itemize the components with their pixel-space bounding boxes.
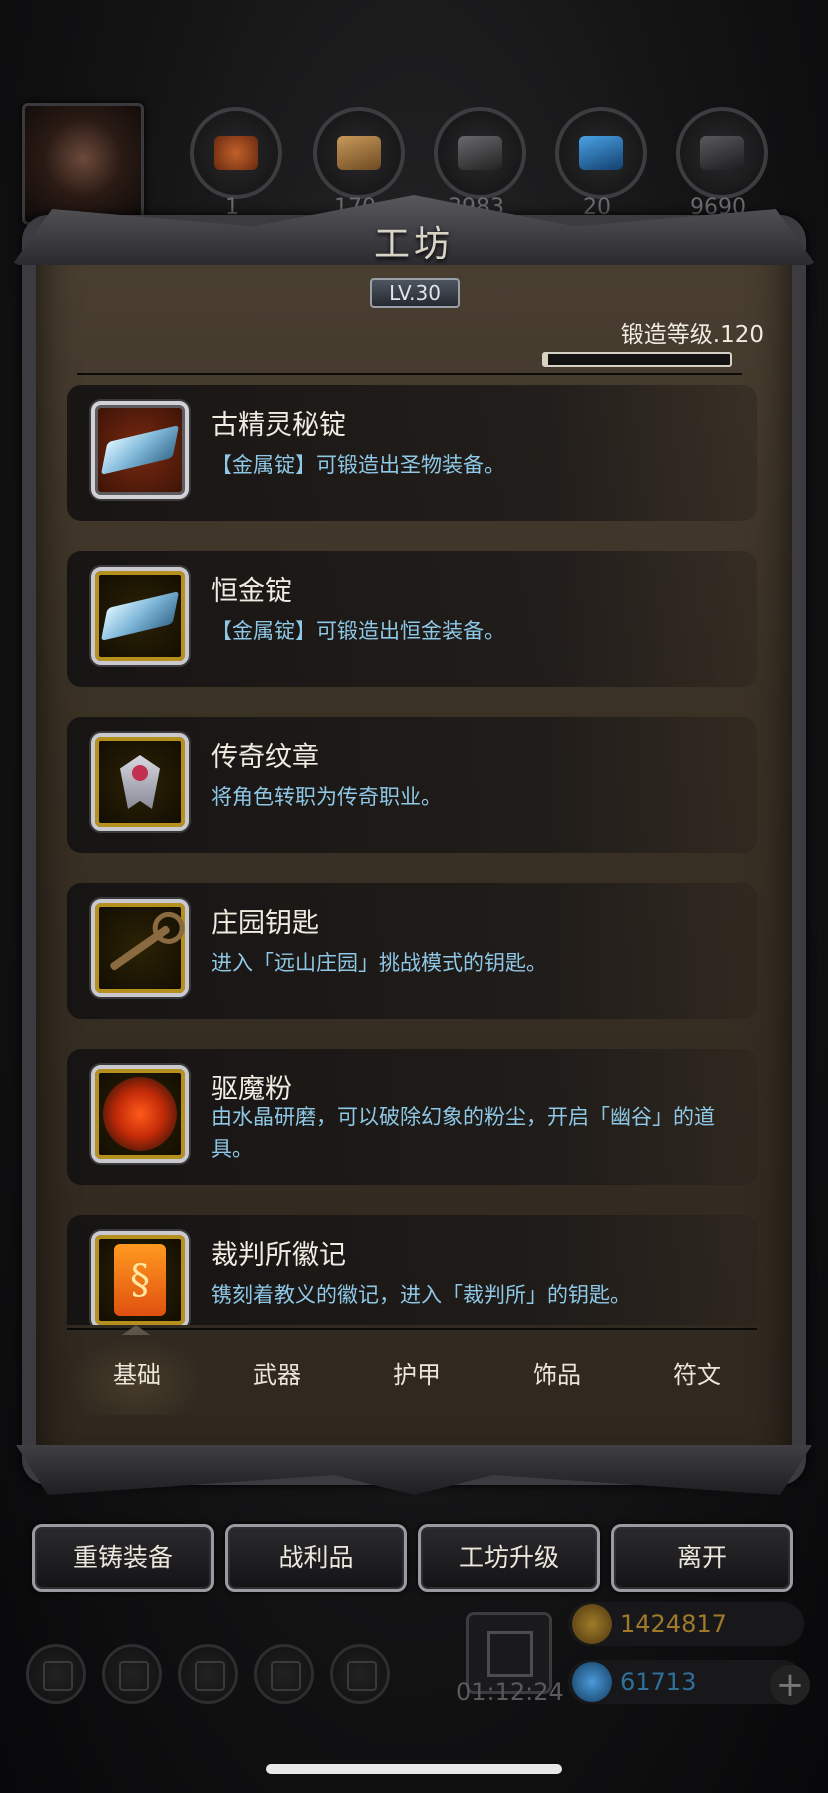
- item-slot[interactable]: [91, 899, 189, 997]
- item-description: 进入「远山庄园」挑战模式的钥匙。: [211, 951, 547, 975]
- workshop-level-badge: LV.30: [370, 278, 460, 308]
- add-currency-button[interactable]: +: [770, 1665, 810, 1705]
- forge-progress-bar: [542, 352, 732, 367]
- item-description: 【金属锭】可锻造出圣物装备。: [211, 453, 505, 477]
- list-item[interactable]: § 裁判所徽记 镌刻着教义的徽记，进入「裁判所」的钥匙。: [67, 1215, 757, 1325]
- panel-title: 工坊: [373, 224, 454, 265]
- tab-divider: [67, 1328, 757, 1330]
- list-item[interactable]: 传奇纹章 将角色转职为传奇职业。: [67, 717, 757, 853]
- forge-progress-fill: [544, 354, 548, 365]
- item-name: 恒金锭: [211, 576, 292, 607]
- gem-icon: [572, 1662, 612, 1702]
- panel-ornament-bottom: [16, 1445, 812, 1495]
- crystal-resource-icon[interactable]: [555, 107, 647, 199]
- tab-rune[interactable]: 符文: [627, 1335, 767, 1415]
- loot-button[interactable]: 战利品: [225, 1524, 407, 1592]
- item-description: 由水晶研磨，可以破除幻象的粉尘，开启「幽谷」的道具。: [211, 1105, 715, 1161]
- reforge-button[interactable]: 重铸装备: [32, 1524, 214, 1592]
- cube-icon[interactable]: [330, 1644, 390, 1704]
- iron-resource-icon[interactable]: [676, 107, 768, 199]
- ancient-elf-ingot-icon: [100, 425, 180, 475]
- item-slot[interactable]: [91, 1065, 189, 1163]
- list-item[interactable]: 恒金锭 【金属锭】可锻造出恒金装备。: [67, 551, 757, 687]
- item-description: 【金属锭】可锻造出恒金装备。: [211, 619, 505, 643]
- gift-timer: 01:12:24: [456, 1678, 564, 1706]
- ore-resource-icon[interactable]: [434, 107, 526, 199]
- forge-level-label: 锻造等级.120: [620, 322, 764, 348]
- item-slot[interactable]: §: [91, 1231, 189, 1325]
- wood-resource-icon[interactable]: [313, 107, 405, 199]
- tab-armor[interactable]: 护甲: [347, 1335, 487, 1415]
- item-description: 将角色转职为传奇职业。: [211, 785, 442, 809]
- gem-amount: 61713: [620, 1668, 697, 1696]
- item-name: 古精灵秘锭: [211, 410, 346, 441]
- settings-icon[interactable]: [26, 1644, 86, 1704]
- home-indicator[interactable]: [266, 1764, 562, 1774]
- item-list[interactable]: 古精灵秘锭 【金属锭】可锻造出圣物装备。 恒金锭 【金属锭】可锻造出恒金装备。 …: [67, 385, 767, 1325]
- active-tab-caret-icon: [122, 1325, 150, 1335]
- leather-resource-icon[interactable]: [190, 107, 282, 199]
- manor-key-icon: [109, 924, 171, 972]
- list-item[interactable]: 驱魔粉 由水晶研磨，可以破除幻象的粉尘，开启「幽谷」的道具。: [67, 1049, 757, 1185]
- gold-amount: 1424817: [620, 1610, 727, 1638]
- divider: [77, 373, 742, 375]
- tab-accessory[interactable]: 饰品: [487, 1335, 627, 1415]
- item-name: 裁判所徽记: [211, 1240, 346, 1271]
- workshop-panel: 工坊 LV.30 锻造等级.120 古精灵秘锭 【金属锭】可锻造出圣物装备。 恒…: [12, 195, 816, 1495]
- workshop-upgrade-button[interactable]: 工坊升级: [418, 1524, 600, 1592]
- item-slot[interactable]: [91, 733, 189, 831]
- gate-icon[interactable]: [178, 1644, 238, 1704]
- item-slot[interactable]: [91, 567, 189, 665]
- character-portrait[interactable]: [22, 103, 144, 225]
- leave-button[interactable]: 离开: [611, 1524, 793, 1592]
- list-item[interactable]: 古精灵秘锭 【金属锭】可锻造出圣物装备。: [67, 385, 757, 521]
- gold-coin-icon: [572, 1604, 612, 1644]
- gold-counter: 1424817: [568, 1602, 804, 1646]
- exorcism-powder-icon: [103, 1077, 177, 1151]
- inquisition-emblem-icon: §: [114, 1244, 166, 1316]
- star-icon[interactable]: [102, 1644, 162, 1704]
- item-name: 传奇纹章: [211, 742, 319, 773]
- tab-basic[interactable]: 基础: [67, 1335, 207, 1415]
- category-tabs: 基础 武器 护甲 饰品 符文: [67, 1335, 767, 1415]
- eternal-gold-ingot-icon: [100, 591, 180, 641]
- gem-counter: 61713: [568, 1660, 804, 1704]
- tab-weapon[interactable]: 武器: [207, 1335, 347, 1415]
- item-slot[interactable]: [91, 401, 189, 499]
- list-item[interactable]: 庄园钥匙 进入「远山庄园」挑战模式的钥匙。: [67, 883, 757, 1019]
- item-name: 庄园钥匙: [211, 908, 319, 939]
- legendary-crest-icon: [120, 755, 160, 809]
- mail-icon[interactable]: [254, 1644, 314, 1704]
- item-description: 镌刻着教义的徽记，进入「裁判所」的钥匙。: [211, 1283, 631, 1307]
